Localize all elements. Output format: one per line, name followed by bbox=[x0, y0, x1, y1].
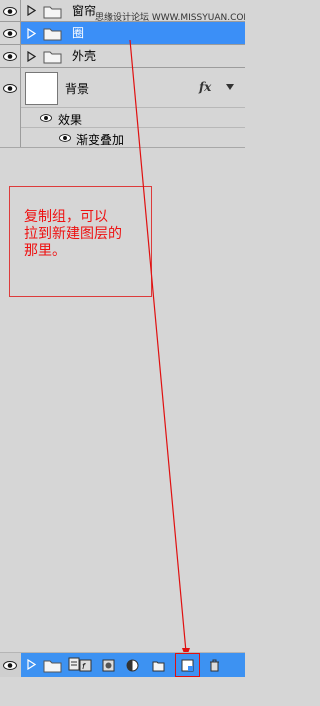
folder-icon bbox=[43, 51, 62, 64]
collapse-arrow-icon[interactable] bbox=[226, 83, 234, 91]
layer-row-shell[interactable]: 外壳 bbox=[0, 45, 245, 68]
annotation-box: 复制组，可以 拉到新建图层的 那里。 bbox=[9, 186, 152, 297]
visibility-cell[interactable] bbox=[0, 68, 21, 147]
effects-row[interactable]: 效果 bbox=[21, 107, 245, 128]
layer-name[interactable]: 窗帘 bbox=[72, 4, 96, 18]
layers-panel: 窗帘 圈 外壳 背景 fx 效果 渐变叠加 思缘设计论坛 WWW.MISSYUA… bbox=[0, 0, 245, 706]
eye-icon[interactable] bbox=[3, 52, 17, 61]
eye-icon[interactable] bbox=[59, 134, 71, 142]
eye-icon[interactable] bbox=[3, 84, 17, 93]
folder-icon bbox=[43, 28, 62, 41]
effect-gradient-overlay-label: 渐变叠加 bbox=[76, 133, 125, 147]
expand-arrow-icon[interactable] bbox=[27, 5, 36, 16]
folder-icon bbox=[43, 660, 62, 673]
effect-item-row[interactable]: 渐变叠加 bbox=[21, 127, 245, 148]
layer-thumbnail[interactable] bbox=[25, 72, 58, 105]
eye-icon[interactable] bbox=[3, 29, 17, 38]
layer-name[interactable]: 外壳 bbox=[72, 49, 96, 63]
visibility-cell[interactable] bbox=[0, 45, 21, 67]
fx-icon[interactable]: fx bbox=[199, 80, 211, 94]
annotation-text: 复制组，可以 拉到新建图层的 那里。 bbox=[24, 209, 122, 259]
layer-name[interactable]: 背景 bbox=[65, 82, 89, 96]
trash-icon[interactable] bbox=[208, 659, 221, 672]
eye-icon[interactable] bbox=[3, 661, 17, 670]
watermark-text: 思缘设计论坛 WWW.MISSYUAN.COM bbox=[95, 13, 245, 23]
effects-label: 效果 bbox=[58, 113, 83, 127]
layer-name[interactable]: 圈 bbox=[72, 26, 84, 40]
panel-footer bbox=[0, 677, 245, 706]
new-layer-highlight bbox=[175, 653, 200, 677]
folder-icon bbox=[43, 6, 62, 19]
new-group-icon[interactable] bbox=[152, 659, 165, 672]
layer-style-icon[interactable]: f bbox=[79, 659, 92, 672]
visibility-cell[interactable] bbox=[0, 22, 21, 44]
expand-arrow-icon[interactable] bbox=[27, 28, 36, 39]
eye-icon[interactable] bbox=[40, 114, 52, 122]
adjustment-layer-icon[interactable] bbox=[126, 659, 139, 672]
layers-list: 窗帘 圈 外壳 背景 fx 效果 渐变叠加 思缘设计论坛 WWW.MISSYUA… bbox=[0, 0, 245, 148]
layer-row-circle[interactable]: 圈 bbox=[0, 22, 245, 45]
expand-arrow-icon[interactable] bbox=[27, 51, 36, 62]
add-mask-icon[interactable] bbox=[102, 659, 115, 672]
expand-arrow-icon bbox=[27, 659, 36, 670]
visibility-cell[interactable] bbox=[0, 0, 21, 21]
layers-toolbar: f bbox=[0, 652, 245, 677]
eye-icon[interactable] bbox=[3, 7, 17, 16]
